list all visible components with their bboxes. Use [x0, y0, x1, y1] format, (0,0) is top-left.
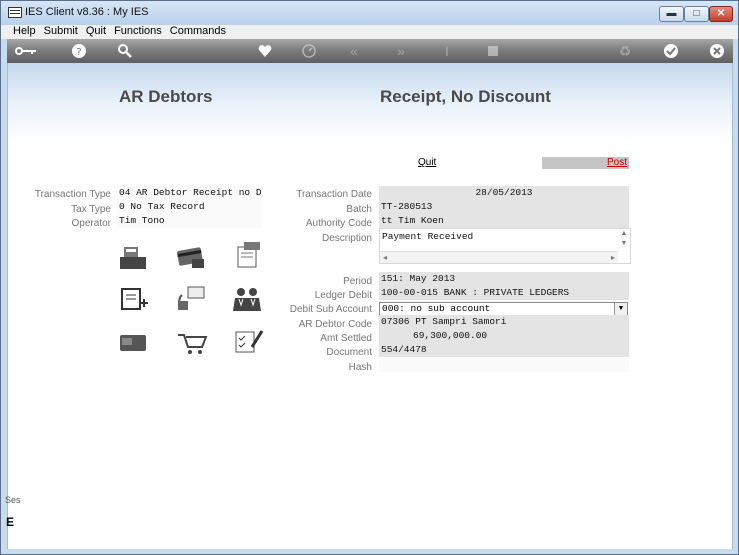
operator-field[interactable]: Tim Tono [117, 214, 262, 228]
shopping-cart-icon[interactable] [174, 329, 208, 357]
heart-icon[interactable] [255, 42, 275, 60]
transaction-type-label: Transaction Type [34, 189, 111, 200]
amt-settled-label: Amt Settled [320, 333, 372, 344]
debit-sub-account-select[interactable]: 000: no sub account ▼ [379, 302, 628, 316]
card-icon[interactable] [116, 329, 150, 357]
description-textarea[interactable]: Payment Received ▲ ▼ ◂ ▸ [379, 228, 631, 264]
tax-type-label: Tax Type [71, 204, 111, 215]
menu-functions[interactable]: Functions [110, 25, 166, 38]
menu-commands[interactable]: Commands [166, 25, 230, 38]
description-text: Payment Received [382, 231, 474, 242]
batch-field[interactable]: TT-280513 [379, 200, 629, 214]
close-icon[interactable] [707, 42, 727, 60]
authority-code-field[interactable]: tt Tim Koen [379, 214, 629, 228]
ar-debtor-code-label: AR Debtor Code [298, 319, 372, 330]
menu-bar: Help Submit Quit Functions Commands [1, 25, 738, 39]
hash-field[interactable] [379, 358, 629, 372]
svg-text:?: ? [76, 47, 81, 58]
quit-link[interactable]: Quit [418, 157, 436, 168]
amt-settled-field[interactable]: 69,300,000.00 [379, 329, 629, 343]
menu-help[interactable]: Help [9, 25, 40, 38]
transaction-type-field[interactable]: 04 AR Debtor Receipt no Disco [117, 186, 262, 200]
title-bar: IES Client v8.36 : My IES ▬ □ ✕ [1, 1, 738, 25]
post-link[interactable]: Post [607, 157, 627, 168]
maximize-button[interactable]: □ [684, 6, 709, 22]
debit-sub-account-label: Debit Sub Account [289, 304, 372, 315]
clock-icon[interactable] [299, 42, 319, 60]
debit-sub-account-value: 000: no sub account [382, 303, 491, 314]
scroll-left-icon[interactable]: ◂ [383, 253, 387, 262]
window-title: IES Client v8.36 : My IES [25, 6, 149, 18]
form-panel: AR Debtors Receipt, No Discount Quit Pos… [7, 63, 733, 549]
operator-label: Operator [71, 218, 111, 229]
transfer-icon[interactable] [174, 285, 208, 313]
session-glyph: E [6, 515, 15, 529]
help-icon[interactable]: ? [69, 42, 89, 60]
search-icon[interactable] [115, 42, 135, 60]
session-label: Ses [5, 495, 21, 505]
users-icon[interactable] [230, 285, 264, 313]
transaction-date-field[interactable]: 28/05/2013 [379, 186, 629, 200]
scroll-up-icon[interactable]: ▲ ▼ [618, 229, 630, 251]
ledger-debit-field[interactable]: 100-00-015 BANK : PRIVATE LEDGERS [379, 286, 629, 300]
menu-submit[interactable]: Submit [40, 25, 82, 38]
recycle-icon[interactable]: ♻ [615, 42, 635, 60]
close-window-button[interactable]: ✕ [709, 6, 733, 22]
cursor-icon[interactable]: I [437, 42, 457, 60]
period-field[interactable]: 151: May 2013 [379, 272, 629, 286]
checklist-edit-icon[interactable] [230, 327, 264, 355]
tax-type-field[interactable]: 0 No Tax Record [117, 200, 262, 214]
post-bar: Post [542, 157, 629, 169]
module-heading: AR Debtors [119, 87, 213, 106]
document-label: Document [326, 347, 372, 358]
key-icon[interactable] [11, 42, 41, 60]
invoice-stamp-icon[interactable] [230, 241, 264, 269]
chevron-down-icon[interactable]: ▼ [614, 303, 627, 315]
app-window: IES Client v8.36 : My IES ▬ □ ✕ Help Subm… [0, 0, 739, 555]
ar-debtor-code-field[interactable]: 07306 PT Sampri Samori [379, 315, 629, 329]
period-label: Period [343, 276, 372, 287]
transaction-date-label: Transaction Date [296, 189, 372, 200]
document-add-icon[interactable] [116, 285, 150, 313]
cash-register-icon[interactable] [116, 243, 150, 271]
toolbar: ? « » I ♻ [7, 39, 733, 63]
form-heading: Receipt, No Discount [380, 87, 551, 106]
ledger-debit-label: Ledger Debit [314, 290, 372, 301]
app-icon [8, 7, 22, 18]
hash-label: Hash [348, 362, 372, 373]
check-icon[interactable] [661, 42, 681, 60]
credit-card-icon[interactable] [174, 243, 208, 271]
stop-icon[interactable] [483, 42, 503, 60]
authority-code-label: Authority Code [305, 218, 372, 229]
description-label: Description [321, 233, 372, 244]
document-field[interactable]: 554/4478 [379, 343, 629, 357]
scroll-right-icon[interactable]: ▸ [611, 253, 615, 262]
menu-quit[interactable]: Quit [82, 25, 110, 38]
forward-icon[interactable]: » [391, 42, 411, 60]
horizontal-scrollbar[interactable]: ◂ ▸ [380, 251, 618, 263]
minimize-button[interactable]: ▬ [659, 6, 684, 22]
back-icon[interactable]: « [344, 42, 364, 60]
batch-label: Batch [346, 204, 372, 215]
